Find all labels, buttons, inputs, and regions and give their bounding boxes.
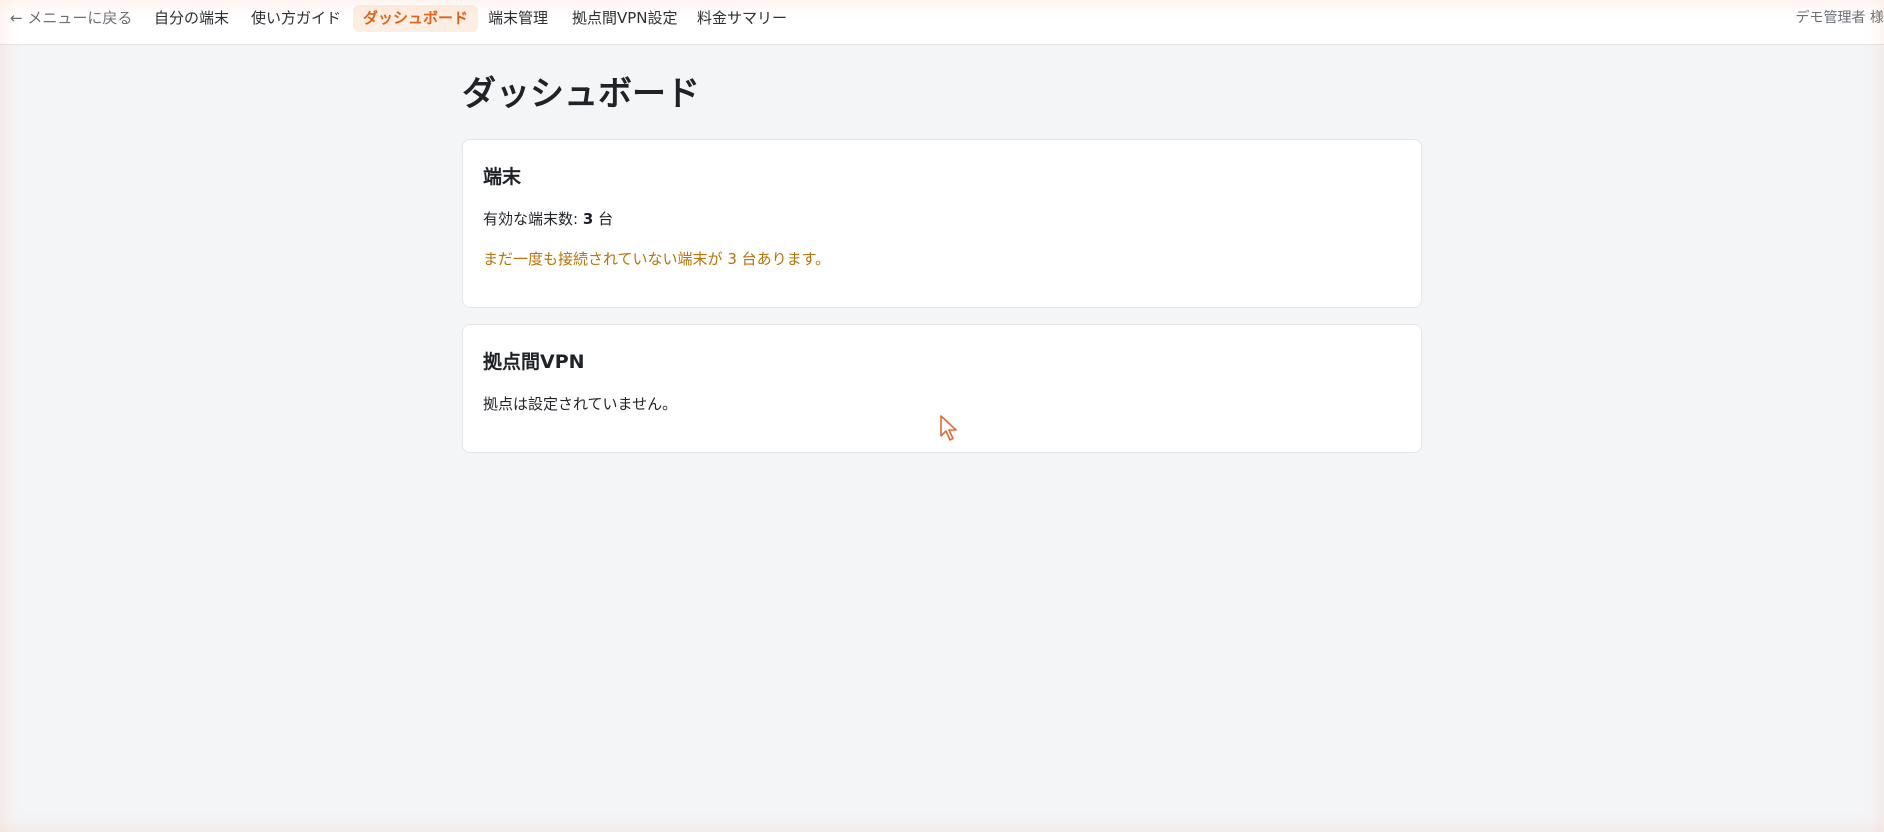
back-to-menu-link[interactable]: ← メニューに戻る xyxy=(10,5,132,32)
user-name[interactable]: デモ管理者 様 xyxy=(1796,5,1884,32)
nav-item-usage-guide[interactable]: 使い方ガイド xyxy=(251,5,341,32)
nav-item-dashboard[interactable]: ダッシュボード xyxy=(353,5,479,32)
site-vpn-card-title: 拠点間VPN xyxy=(483,351,585,373)
mouse-pointer-icon xyxy=(940,415,957,441)
devices-card: 端末 有効な端末数: 3 台 まだ一度も接続されていない端末が 3 台あります。 xyxy=(462,139,1422,308)
devices-card-title: 端末 xyxy=(483,166,522,188)
active-device-count-value: 3 xyxy=(582,210,594,228)
nav-item-my-devices[interactable]: 自分の端末 xyxy=(154,5,229,32)
site-vpn-status: 拠点は設定されていません。 xyxy=(483,395,678,413)
active-device-count-line: 有効な端末数: 3 台 xyxy=(483,208,613,229)
top-navigation: ← メニューに戻る 自分の端末 使い方ガイド ダッシュボード 端末管理 拠点間V… xyxy=(0,0,1884,45)
nav-item-device-management[interactable]: 端末管理 xyxy=(488,5,548,32)
unconnected-devices-warning: まだ一度も接続されていない端末が 3 台あります。 xyxy=(483,250,831,268)
nav-item-billing-summary[interactable]: 料金サマリー xyxy=(697,5,787,32)
main-content: ダッシュボード 端末 有効な端末数: 3 台 まだ一度も接続されていない端末が … xyxy=(462,70,1422,453)
active-device-count-unit: 台 xyxy=(598,210,614,228)
page-title: ダッシュボード xyxy=(462,74,700,114)
active-device-count-label: 有効な端末数: xyxy=(483,210,579,228)
nav-item-site-vpn-settings[interactable]: 拠点間VPN設定 xyxy=(572,5,678,32)
